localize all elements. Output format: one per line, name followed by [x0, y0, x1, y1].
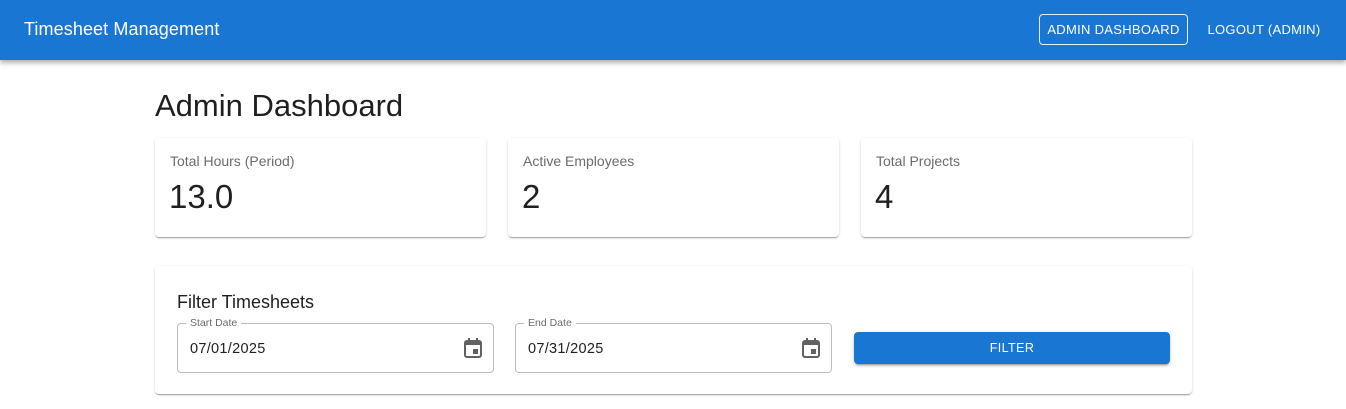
stat-label: Total Projects — [876, 153, 961, 169]
stat-card-total-projects: Total Projects 4 — [861, 138, 1192, 237]
calendar-icon[interactable] — [464, 338, 482, 358]
end-date-label: End Date — [524, 317, 576, 329]
stat-card-total-hours: Total Hours (Period) 13.0 — [155, 138, 486, 237]
start-date-value[interactable]: 07/01/2025 — [190, 341, 266, 357]
filter-card: Filter Timesheets Start Date 07/01/2025 … — [155, 266, 1192, 394]
app-bar: Timesheet Management ADMIN DASHBOARD LOG… — [0, 0, 1346, 60]
start-date-field[interactable]: Start Date 07/01/2025 — [177, 317, 494, 373]
stat-card-active-employees: Active Employees 2 — [508, 138, 839, 237]
end-date-value[interactable]: 07/31/2025 — [528, 341, 604, 357]
admin-dashboard-button[interactable]: ADMIN DASHBOARD — [1039, 14, 1188, 45]
stat-value: 2 — [522, 178, 541, 215]
start-date-label: Start Date — [186, 317, 242, 329]
stat-value: 13.0 — [169, 178, 234, 215]
logout-button[interactable]: LOGOUT (ADMIN) — [1200, 14, 1328, 45]
stat-label: Total Hours (Period) — [170, 153, 295, 169]
end-date-field[interactable]: End Date 07/31/2025 — [515, 317, 832, 373]
stat-value: 4 — [875, 178, 894, 215]
filter-title: Filter Timesheets — [177, 292, 315, 312]
page-title: Admin Dashboard — [155, 88, 404, 123]
app-title: Timesheet Management — [24, 19, 220, 39]
calendar-icon[interactable] — [802, 338, 820, 358]
stat-label: Active Employees — [523, 153, 635, 169]
filter-button[interactable]: FILTER — [854, 332, 1170, 364]
